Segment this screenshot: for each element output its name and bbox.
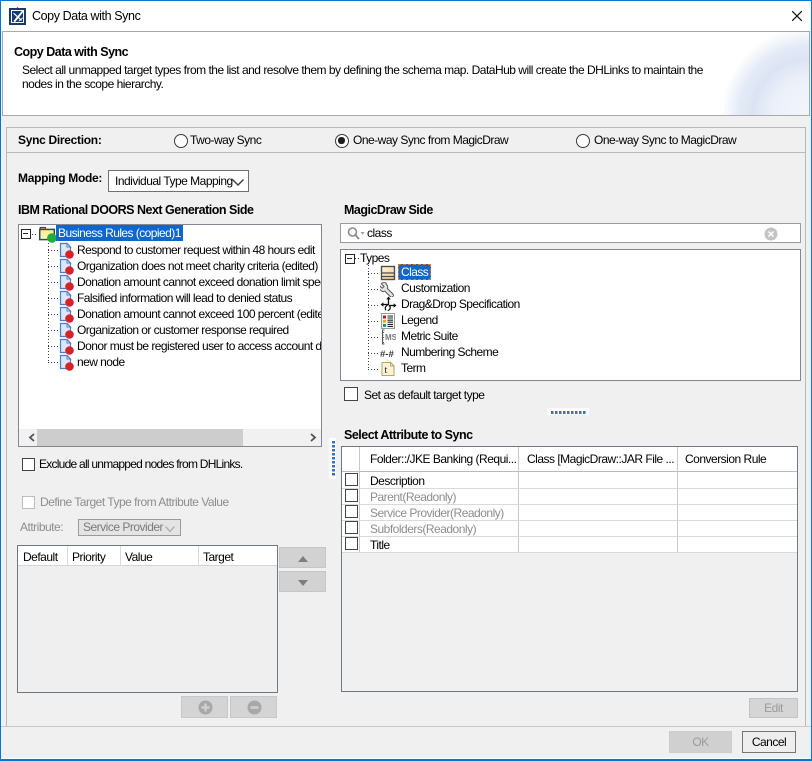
svg-text:#-#: #-#: [380, 349, 394, 360]
svg-text:MS: MS: [385, 333, 396, 342]
